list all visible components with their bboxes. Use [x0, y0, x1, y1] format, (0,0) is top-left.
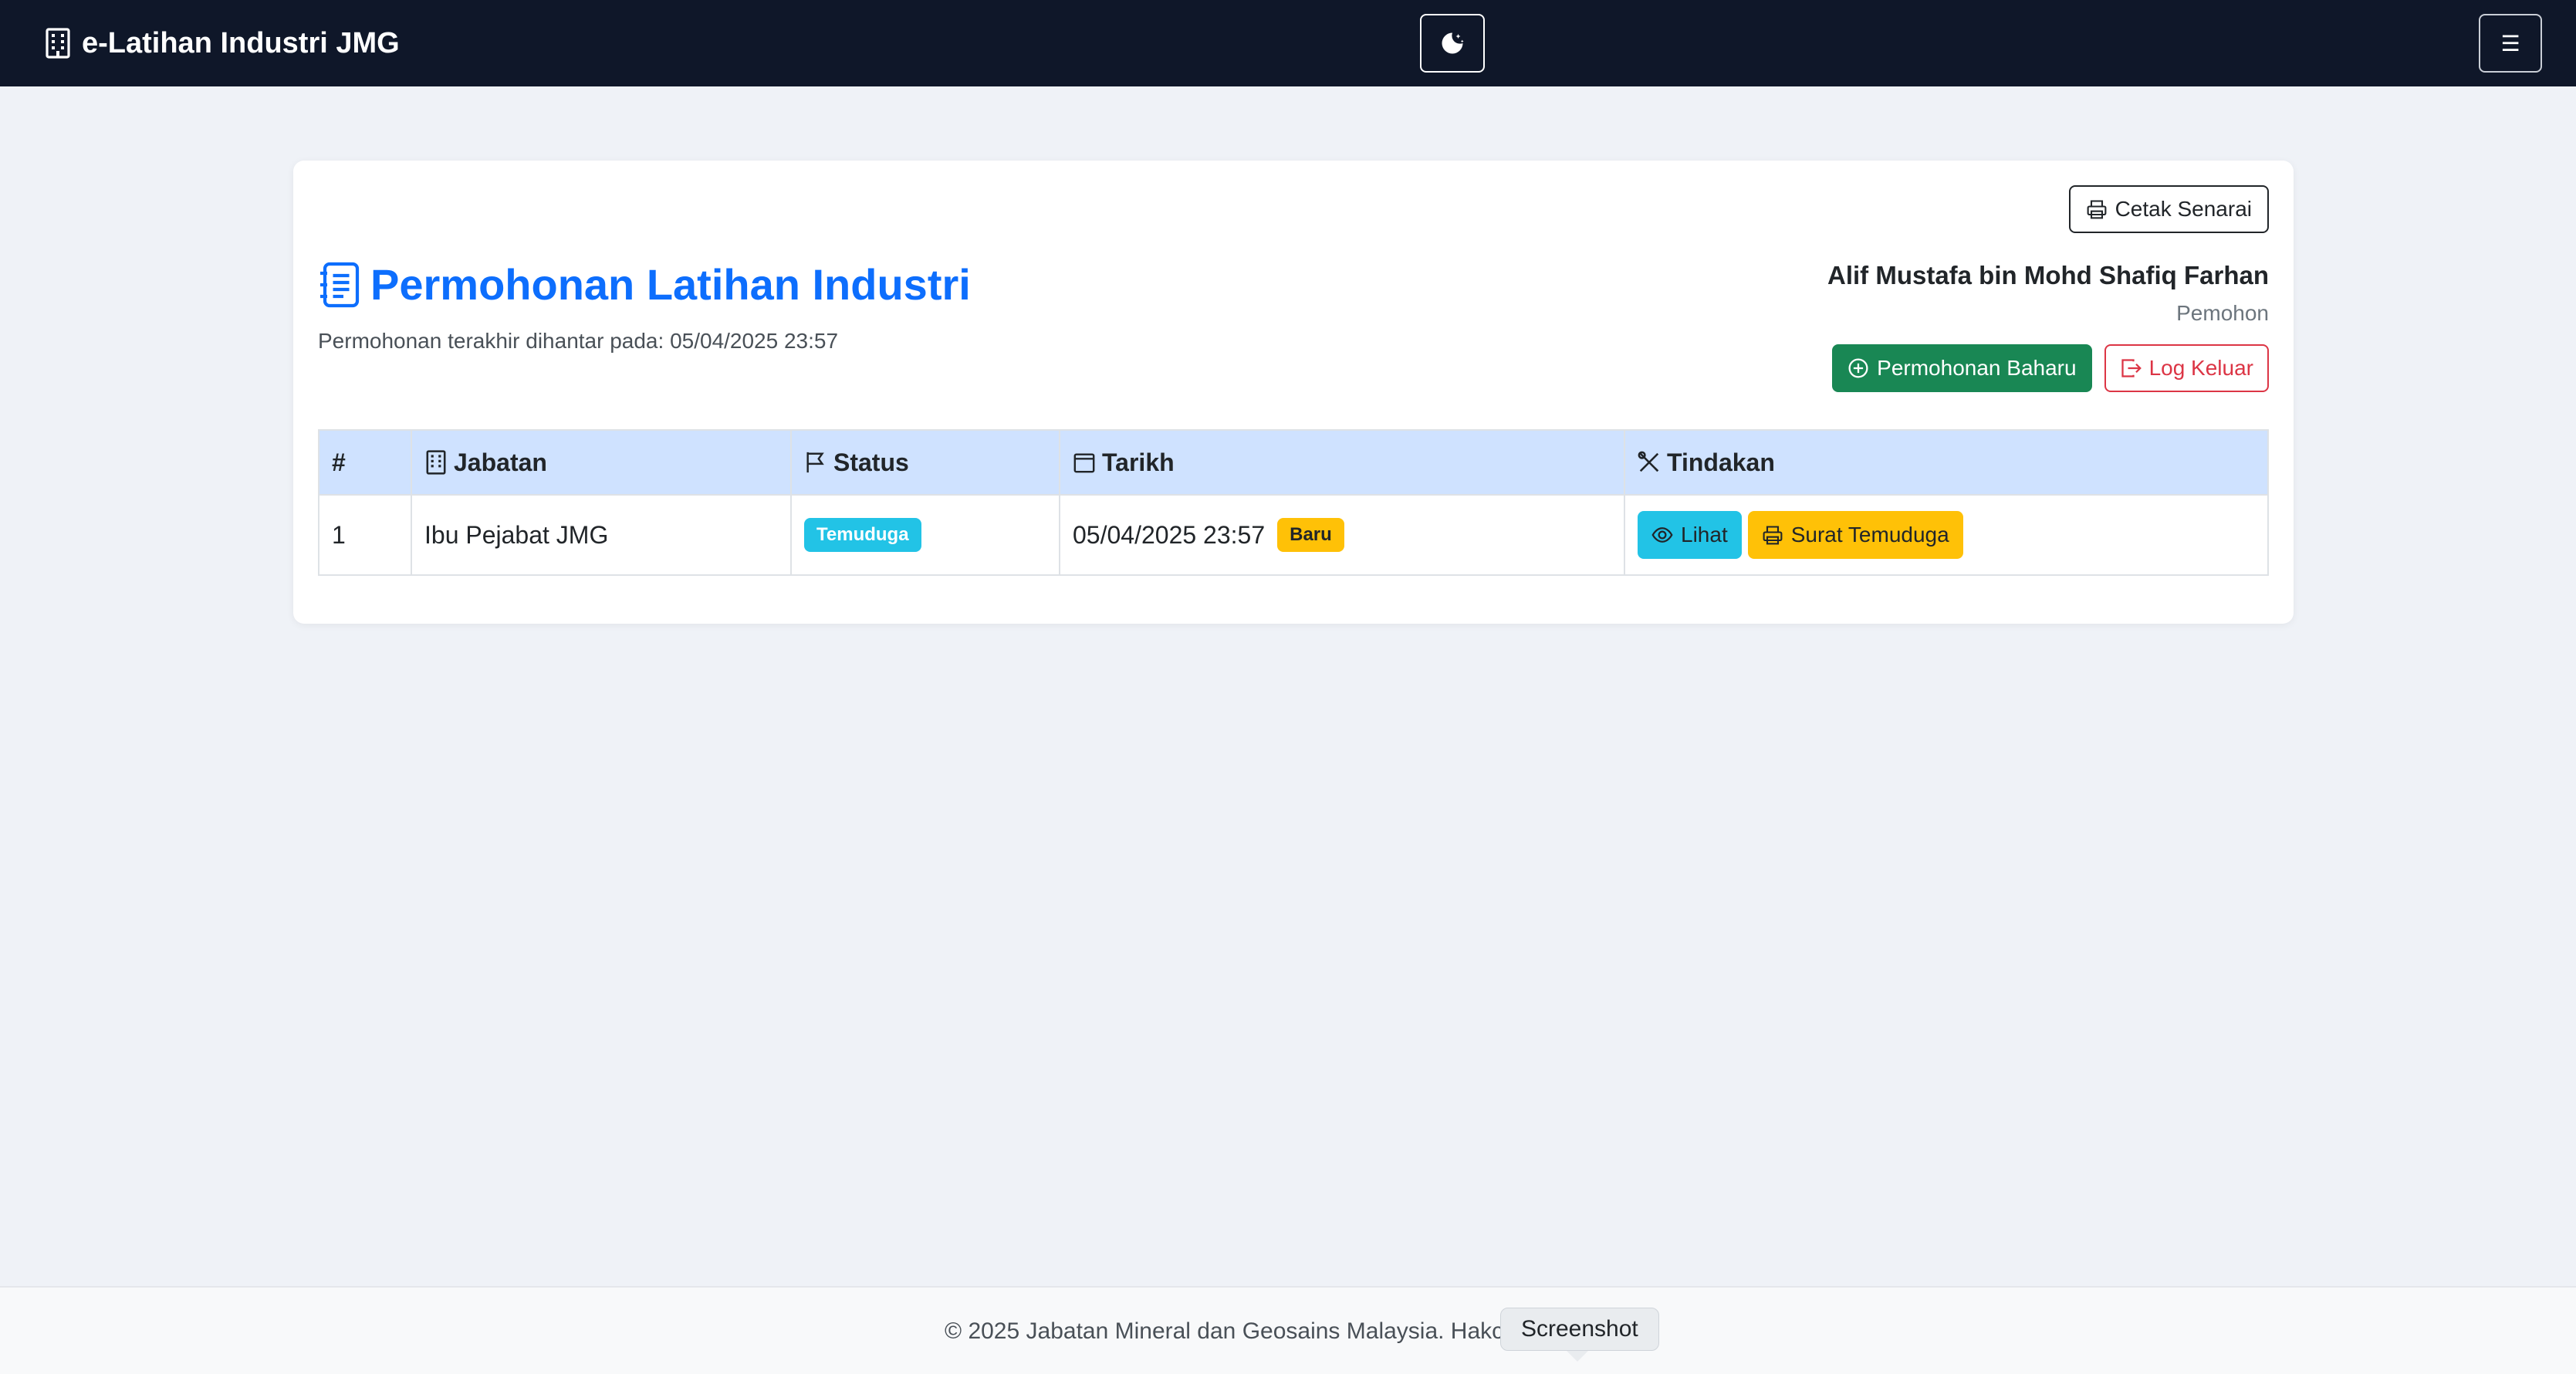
moon-stars-icon [1442, 32, 1464, 54]
flag-icon [806, 452, 824, 473]
tools-icon [1638, 451, 1659, 472]
row-status: Temuduga [790, 494, 1060, 576]
header-tindakan: Tindakan [1624, 429, 2269, 496]
table-row: 1 Ibu Pejabat JMG Temuduga 05/04/2025 23… [318, 494, 2269, 576]
page-title: Permohonan Latihan Industri [318, 259, 971, 310]
header-num-label: # [332, 448, 346, 476]
last-submitted-text: Permohonan terakhir dihantar pada: 05/04… [318, 329, 839, 353]
applications-card: Cetak Senarai Permohonan Latihan Industr… [293, 161, 2294, 624]
view-label: Lihat [1681, 523, 1728, 547]
logout-label: Log Keluar [2148, 356, 2253, 380]
header-tarikh-label: Tarikh [1102, 448, 1175, 476]
footer: © 2025 Jabatan Mineral dan Geosains Mala… [0, 1286, 2576, 1374]
header-status-label: Status [833, 448, 909, 476]
plus-circle-icon [1848, 358, 1868, 378]
row-num: 1 [318, 494, 412, 576]
user-role: Pemohon [2176, 301, 2269, 325]
printer-icon [2087, 200, 2106, 219]
page-title-text: Permohonan Latihan Industri [370, 260, 971, 309]
view-button[interactable]: Lihat [1638, 511, 1742, 559]
hamburger-icon: ☰ [2500, 31, 2520, 56]
journal-text-icon [320, 262, 360, 307]
interview-letter-button[interactable]: Surat Temuduga [1747, 511, 1963, 559]
logout-icon [2121, 359, 2142, 377]
navbar: e-Latihan Industri JMG ☰ [0, 0, 2576, 86]
eye-icon [1651, 527, 1673, 543]
row-jabatan: Ibu Pejabat JMG [411, 494, 792, 576]
table-header-row: # Jabatan Status Tarikh Tindakan [318, 429, 2269, 496]
header-status: Status [790, 429, 1060, 496]
menu-toggle-button[interactable]: ☰ [2479, 14, 2542, 73]
theme-toggle-button[interactable] [1420, 14, 1485, 73]
print-list-button[interactable]: Cetak Senarai [2068, 185, 2269, 233]
print-list-label: Cetak Senarai [2115, 197, 2252, 221]
logout-button[interactable]: Log Keluar [2104, 344, 2269, 392]
header-tarikh: Tarikh [1059, 429, 1625, 496]
tooltip-arrow [1567, 1351, 1588, 1362]
screenshot-tooltip: Screenshot [1500, 1308, 1659, 1351]
brand[interactable]: e-Latihan Industri JMG [45, 0, 400, 86]
new-application-button[interactable]: Permohonan Baharu [1832, 344, 2092, 392]
calendar-icon [1073, 453, 1095, 473]
header-num: # [318, 429, 412, 496]
row-date-text: 05/04/2025 23:57 [1073, 520, 1266, 549]
building-icon [426, 450, 446, 475]
new-application-label: Permohonan Baharu [1877, 356, 2077, 380]
footer-copyright: © 2025 Jabatan Mineral dan Geosains Mala… [945, 1318, 1500, 1344]
header-jabatan-label: Jabatan [454, 448, 547, 476]
applications-table: # Jabatan Status Tarikh Tindakan 1 Ibu P… [318, 429, 2269, 576]
building-icon [46, 28, 70, 59]
row-actions: Lihat Surat Temuduga [1624, 494, 2269, 576]
interview-letter-label: Surat Temuduga [1790, 523, 1949, 547]
header-tindakan-label: Tindakan [1667, 448, 1775, 476]
brand-title: e-Latihan Industri JMG [82, 26, 400, 59]
action-buttons: Permohonan Baharu Log Keluar [1832, 344, 2269, 392]
user-name: Alif Mustafa bin Mohd Shafiq Farhan [1827, 261, 2269, 289]
header-jabatan: Jabatan [411, 429, 792, 496]
new-badge: Baru [1277, 518, 1344, 552]
status-badge: Temuduga [804, 518, 921, 552]
row-tarikh: 05/04/2025 23:57 Baru [1059, 494, 1625, 576]
printer-icon [1763, 526, 1783, 545]
